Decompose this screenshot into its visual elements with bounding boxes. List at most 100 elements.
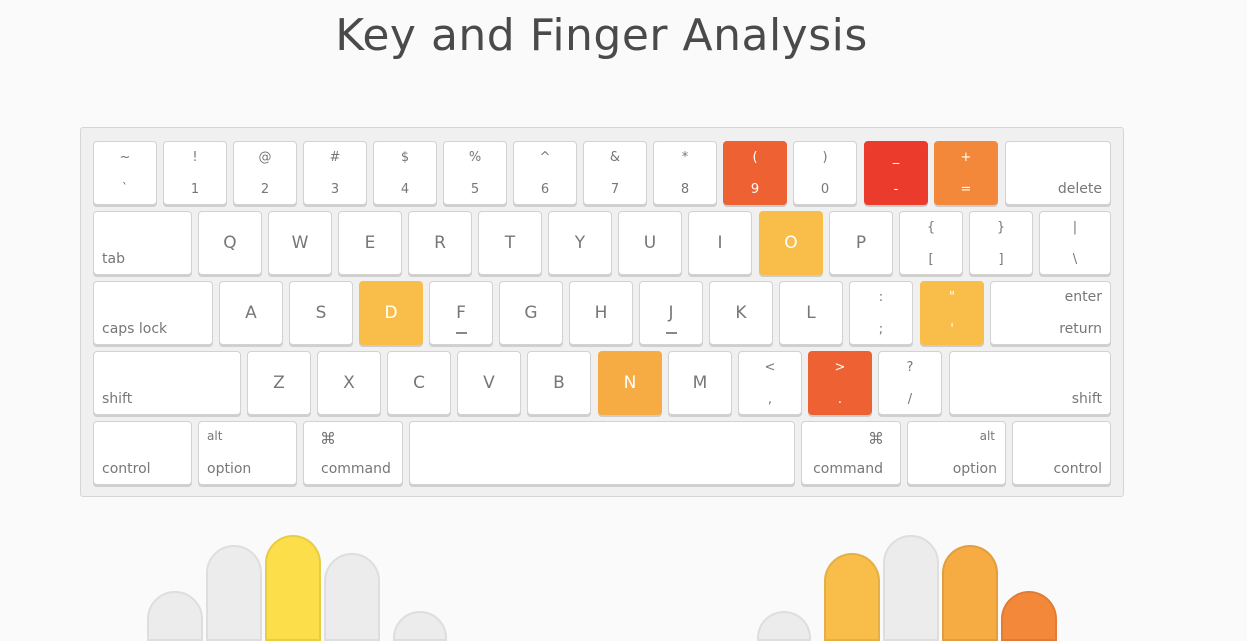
key-space[interactable] xyxy=(409,421,795,485)
key-delete[interactable]: delete xyxy=(1005,141,1111,205)
key-top-char: " xyxy=(949,290,955,305)
key-top-char: ( xyxy=(752,150,758,165)
key-bottom-char: 3 xyxy=(330,182,340,197)
key-bottom-char: 1 xyxy=(190,182,200,197)
key-bottom-char: 6 xyxy=(540,182,550,197)
key-char: A xyxy=(245,303,257,323)
key-h[interactable]: H xyxy=(569,281,633,345)
key-char: S xyxy=(315,303,327,323)
key-top-char: # xyxy=(329,150,341,165)
key-char: W xyxy=(291,233,309,253)
key-right-control[interactable]: control xyxy=(1012,421,1111,485)
right-pinky-finger xyxy=(1001,591,1057,641)
left-pinky-finger xyxy=(147,591,203,641)
key-d[interactable]: D xyxy=(359,281,423,345)
key-top-char: % xyxy=(468,150,482,165)
key-bottom-char: , xyxy=(767,392,773,407)
key-w[interactable]: W xyxy=(268,211,332,275)
key-8[interactable]: * 8 xyxy=(653,141,717,205)
key-left-shift[interactable]: shift xyxy=(93,351,241,415)
key-x[interactable]: X xyxy=(317,351,381,415)
key-label: command xyxy=(321,461,391,477)
key-bottom-char: \ xyxy=(1072,252,1078,267)
key-1[interactable]: ! 1 xyxy=(163,141,227,205)
key-char: G xyxy=(524,303,538,323)
key-slash[interactable]: ? / xyxy=(878,351,942,415)
key-top-label: alt xyxy=(207,429,223,443)
key-v[interactable]: V xyxy=(457,351,521,415)
key-top-char: | xyxy=(1072,220,1078,235)
key-label: shift xyxy=(102,391,133,407)
key-top-label: alt xyxy=(979,429,995,443)
key-m[interactable]: M xyxy=(668,351,732,415)
key-backtick[interactable]: ~ ` xyxy=(93,141,157,205)
key-label: control xyxy=(1053,461,1102,477)
key-k[interactable]: K xyxy=(709,281,773,345)
key-quote[interactable]: " ' xyxy=(920,281,984,345)
right-ring-finger xyxy=(942,545,998,641)
key-7[interactable]: & 7 xyxy=(583,141,647,205)
key-o[interactable]: O xyxy=(759,211,823,275)
key-right-command[interactable]: ⌘ command xyxy=(801,421,901,485)
key-l[interactable]: L xyxy=(779,281,843,345)
key-equals[interactable]: + = xyxy=(934,141,998,205)
key-char: C xyxy=(413,373,425,393)
key-u[interactable]: U xyxy=(618,211,682,275)
key-tab[interactable]: tab xyxy=(93,211,192,275)
key-char: Y xyxy=(574,233,586,253)
home-row-bump xyxy=(666,332,677,334)
key-b[interactable]: B xyxy=(527,351,591,415)
key-z[interactable]: Z xyxy=(247,351,311,415)
key-f[interactable]: F xyxy=(429,281,493,345)
key-top-char: ^ xyxy=(539,150,551,165)
key-period[interactable]: > . xyxy=(808,351,872,415)
key-caps-lock[interactable]: caps lock xyxy=(93,281,213,345)
key-2[interactable]: @ 2 xyxy=(233,141,297,205)
key-9[interactable]: ( 9 xyxy=(723,141,787,205)
page-title: Key and Finger Analysis xyxy=(335,10,868,61)
key-left-bracket[interactable]: { [ xyxy=(899,211,963,275)
key-bottom-char: . xyxy=(837,392,843,407)
key-i[interactable]: I xyxy=(688,211,752,275)
key-char: F xyxy=(456,303,466,323)
key-j[interactable]: J xyxy=(639,281,703,345)
key-left-control[interactable]: control xyxy=(93,421,192,485)
key-char: E xyxy=(364,233,376,253)
key-backslash[interactable]: | \ xyxy=(1039,211,1111,275)
left-index-finger xyxy=(324,553,380,641)
keyboard: ~ ` ! 1 @ 2 # 3 $ 4 % 5 ^ 6 & 7 * 8 ( 9 … xyxy=(80,127,1124,497)
key-e[interactable]: E xyxy=(338,211,402,275)
key-n[interactable]: N xyxy=(598,351,662,415)
key-minus[interactable]: _ - xyxy=(864,141,928,205)
key-3[interactable]: # 3 xyxy=(303,141,367,205)
key-right-option[interactable]: alt option xyxy=(907,421,1006,485)
key-a[interactable]: A xyxy=(219,281,283,345)
key-top-char: _ xyxy=(892,150,900,165)
key-0[interactable]: ) 0 xyxy=(793,141,857,205)
key-g[interactable]: G xyxy=(499,281,563,345)
key-label: tab xyxy=(102,251,125,267)
key-p[interactable]: P xyxy=(829,211,893,275)
key-char: Q xyxy=(223,233,237,253)
key-left-command[interactable]: ⌘ command xyxy=(303,421,403,485)
key-semicolon[interactable]: : ; xyxy=(849,281,913,345)
key-y[interactable]: Y xyxy=(548,211,612,275)
key-q[interactable]: Q xyxy=(198,211,262,275)
key-s[interactable]: S xyxy=(289,281,353,345)
key-comma[interactable]: < , xyxy=(738,351,802,415)
key-right-shift[interactable]: shift xyxy=(949,351,1111,415)
key-return[interactable]: enter return xyxy=(990,281,1111,345)
key-char: T xyxy=(504,233,516,253)
key-bottom-char: 0 xyxy=(820,182,830,197)
key-label: return xyxy=(1059,321,1102,337)
key-c[interactable]: C xyxy=(387,351,451,415)
key-char: P xyxy=(855,233,867,253)
key-6[interactable]: ^ 6 xyxy=(513,141,577,205)
key-t[interactable]: T xyxy=(478,211,542,275)
key-r[interactable]: R xyxy=(408,211,472,275)
key-5[interactable]: % 5 xyxy=(443,141,507,205)
key-4[interactable]: $ 4 xyxy=(373,141,437,205)
key-right-bracket[interactable]: } ] xyxy=(969,211,1033,275)
key-bottom-char: - xyxy=(893,182,899,197)
key-left-option[interactable]: alt option xyxy=(198,421,297,485)
